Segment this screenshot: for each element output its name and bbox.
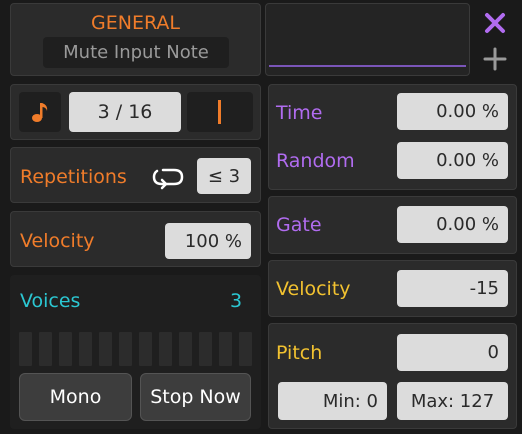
voice-slot: [179, 332, 192, 366]
gate-value-field[interactable]: 0.00 %: [397, 206, 508, 243]
add-button[interactable]: [480, 44, 510, 74]
close-icon: [485, 13, 505, 33]
gate-label: Gate: [276, 214, 322, 236]
voice-slot: [159, 332, 172, 366]
stop-now-button[interactable]: Stop Now: [140, 373, 251, 421]
voice-slot: [239, 332, 252, 366]
general-title: GENERAL: [91, 12, 180, 34]
right-velocity-label: Velocity: [276, 278, 351, 300]
voice-slot: [219, 332, 232, 366]
voice-slot: [19, 332, 32, 366]
voice-slot: [199, 332, 212, 366]
general-panel: GENERAL Mute Input Note: [10, 3, 261, 76]
loop-icon: [152, 168, 184, 190]
voice-slot: [59, 332, 72, 366]
left-velocity-value-field[interactable]: 100 %: [165, 223, 251, 259]
repetitions-value-field[interactable]: ≤ 3: [197, 158, 251, 194]
music-note-icon: [32, 103, 48, 122]
rate-indicator: [187, 92, 253, 132]
preview-panel: [265, 3, 470, 76]
left-velocity-label: Velocity: [20, 230, 95, 252]
mono-button[interactable]: Mono: [19, 373, 132, 421]
preview-line: [269, 65, 466, 67]
pitch-min-field[interactable]: Min: 0: [278, 382, 387, 420]
voice-slot: [79, 332, 92, 366]
voice-slot: [99, 332, 112, 366]
note-mode-button[interactable]: [19, 92, 61, 132]
voices-count: 3: [230, 290, 243, 312]
repetitions-label: Repetitions: [20, 166, 127, 188]
pitch-value-field[interactable]: 0: [397, 334, 508, 371]
close-button[interactable]: [480, 8, 510, 38]
voice-slot: [119, 332, 132, 366]
pitch-label: Pitch: [276, 342, 323, 364]
voice-slot: [39, 332, 52, 366]
rate-indicator-bar: [218, 100, 221, 124]
random-value-field[interactable]: 0.00 %: [397, 142, 508, 179]
random-label: Random: [276, 150, 355, 172]
voices-label: Voices: [20, 290, 81, 312]
voice-slot: [139, 332, 152, 366]
rate-value-field[interactable]: 3 / 16: [69, 92, 181, 132]
time-label: Time: [276, 102, 323, 124]
time-value-field[interactable]: 0.00 %: [397, 93, 508, 130]
loop-button[interactable]: [150, 164, 186, 190]
pitch-max-field[interactable]: Max: 127: [397, 382, 508, 420]
plus-icon: [483, 47, 507, 71]
right-velocity-value-field[interactable]: -15: [397, 270, 508, 307]
mute-input-note-toggle[interactable]: Mute Input Note: [43, 37, 229, 68]
